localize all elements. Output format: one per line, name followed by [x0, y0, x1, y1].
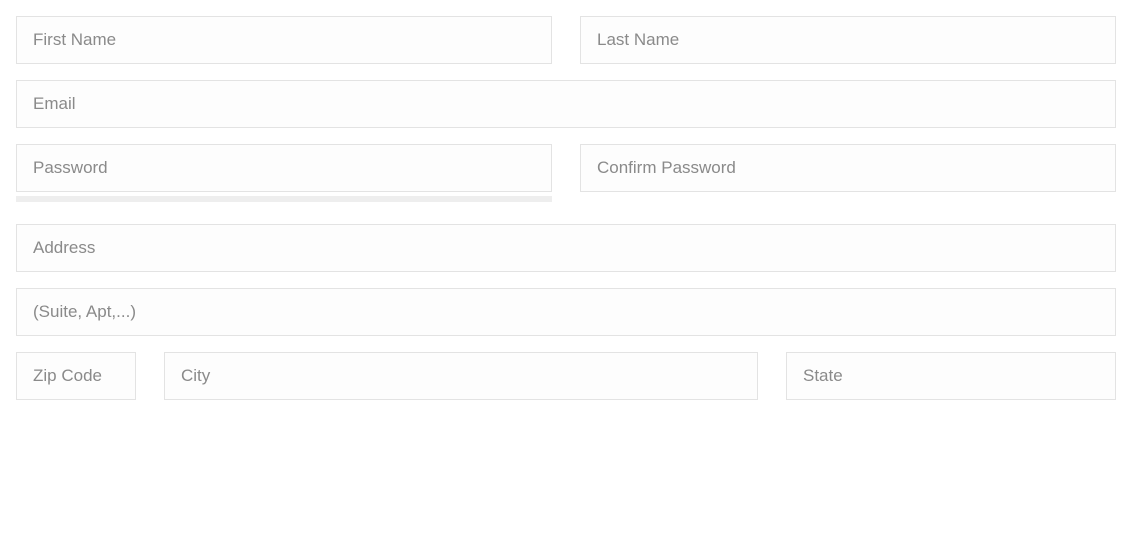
address-field[interactable]	[16, 224, 1116, 272]
password-strength-container	[16, 196, 552, 202]
city-field[interactable]	[164, 352, 758, 400]
zip-code-field[interactable]	[16, 352, 136, 400]
address2-field[interactable]	[16, 288, 1116, 336]
password-field[interactable]	[16, 144, 552, 192]
password-row	[16, 144, 1116, 192]
city-state-row	[16, 352, 1116, 400]
email-row	[16, 80, 1116, 128]
registration-form	[16, 16, 1116, 400]
address2-row	[16, 288, 1116, 336]
confirm-password-field[interactable]	[580, 144, 1116, 192]
address-row	[16, 224, 1116, 272]
name-row	[16, 16, 1116, 64]
first-name-field[interactable]	[16, 16, 552, 64]
state-field[interactable]	[786, 352, 1116, 400]
last-name-field[interactable]	[580, 16, 1116, 64]
password-strength-bar	[16, 196, 552, 202]
email-field[interactable]	[16, 80, 1116, 128]
